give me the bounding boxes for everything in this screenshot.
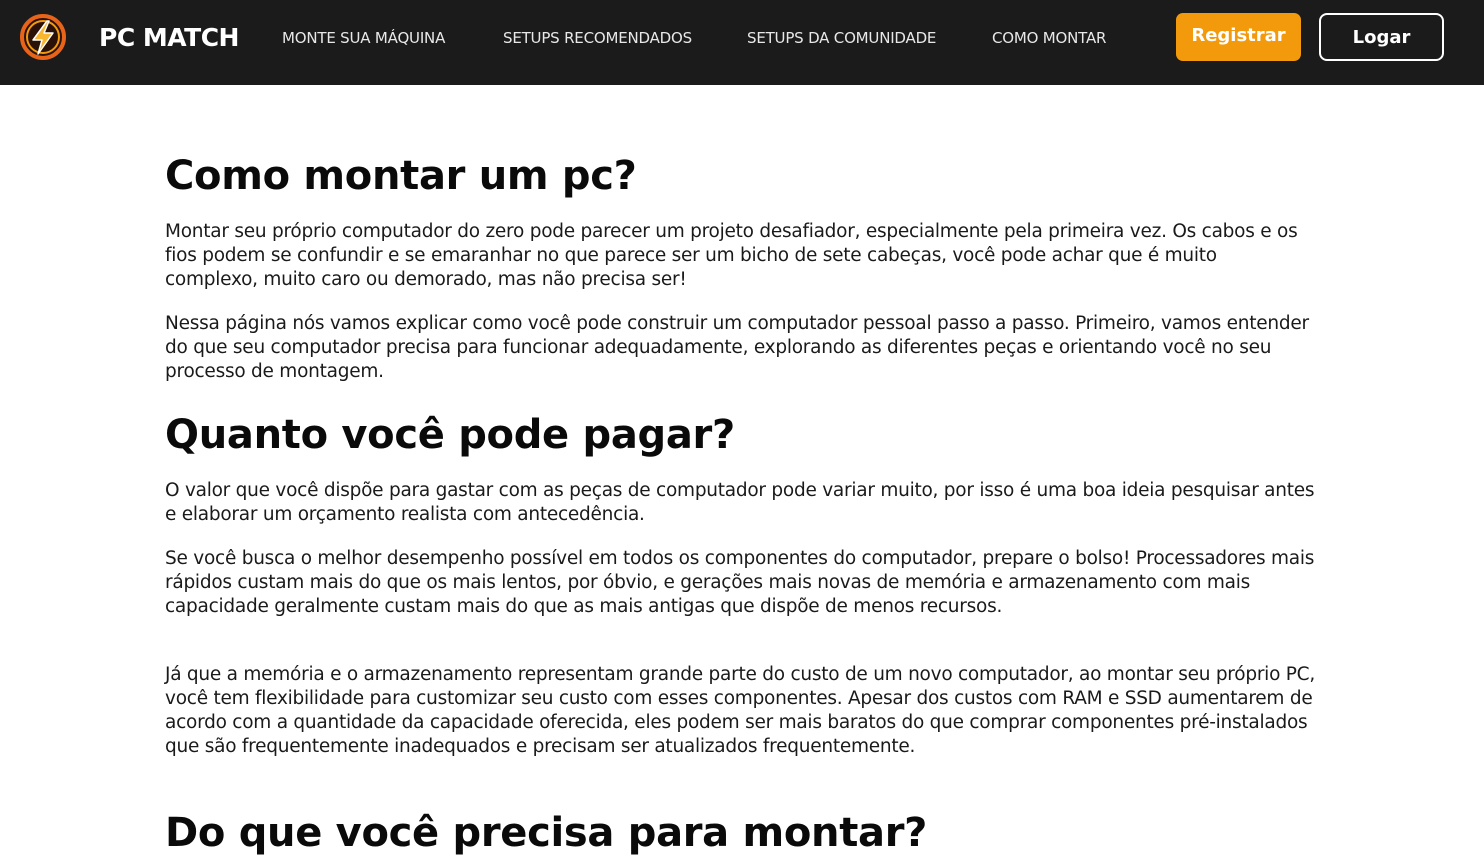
nav-link-setups-da-comunidade[interactable]: SETUPS DA COMUNIDADE (747, 28, 936, 48)
paragraph-intro-1: Montar seu próprio computador do zero po… (165, 221, 1298, 290)
nav-link-como-montar[interactable]: COMO MONTAR (992, 28, 1106, 48)
section-title-como-montar: Como montar um pc? (165, 153, 637, 199)
top-navbar: PC MATCH MONTE SUA MÁQUINA SETUPS RECOME… (0, 0, 1484, 85)
paragraph-budget-2: Se você busca o melhor desempenho possív… (165, 548, 1315, 617)
paragraph-budget-3: Já que a memória e o armazenamento repre… (165, 664, 1315, 757)
register-button[interactable]: Registrar (1176, 13, 1301, 61)
login-button[interactable]: Logar (1319, 13, 1444, 61)
brand-name[interactable]: PC MATCH (99, 22, 239, 54)
nav-link-setups-recomendados[interactable]: SETUPS RECOMENDADOS (503, 28, 692, 48)
section-title-do-que-precisa: Do que você precisa para montar? (165, 810, 928, 856)
section-title-quanto-pagar: Quanto você pode pagar? (165, 412, 735, 458)
paragraph-budget-1: O valor que você dispõe para gastar com … (165, 480, 1315, 525)
paragraph-intro-2: Nessa página nós vamos explicar como voc… (165, 313, 1309, 382)
nav-link-monte-sua-maquina[interactable]: MONTE SUA MÁQUINA (282, 28, 445, 48)
lightning-logo-icon[interactable] (19, 13, 67, 61)
